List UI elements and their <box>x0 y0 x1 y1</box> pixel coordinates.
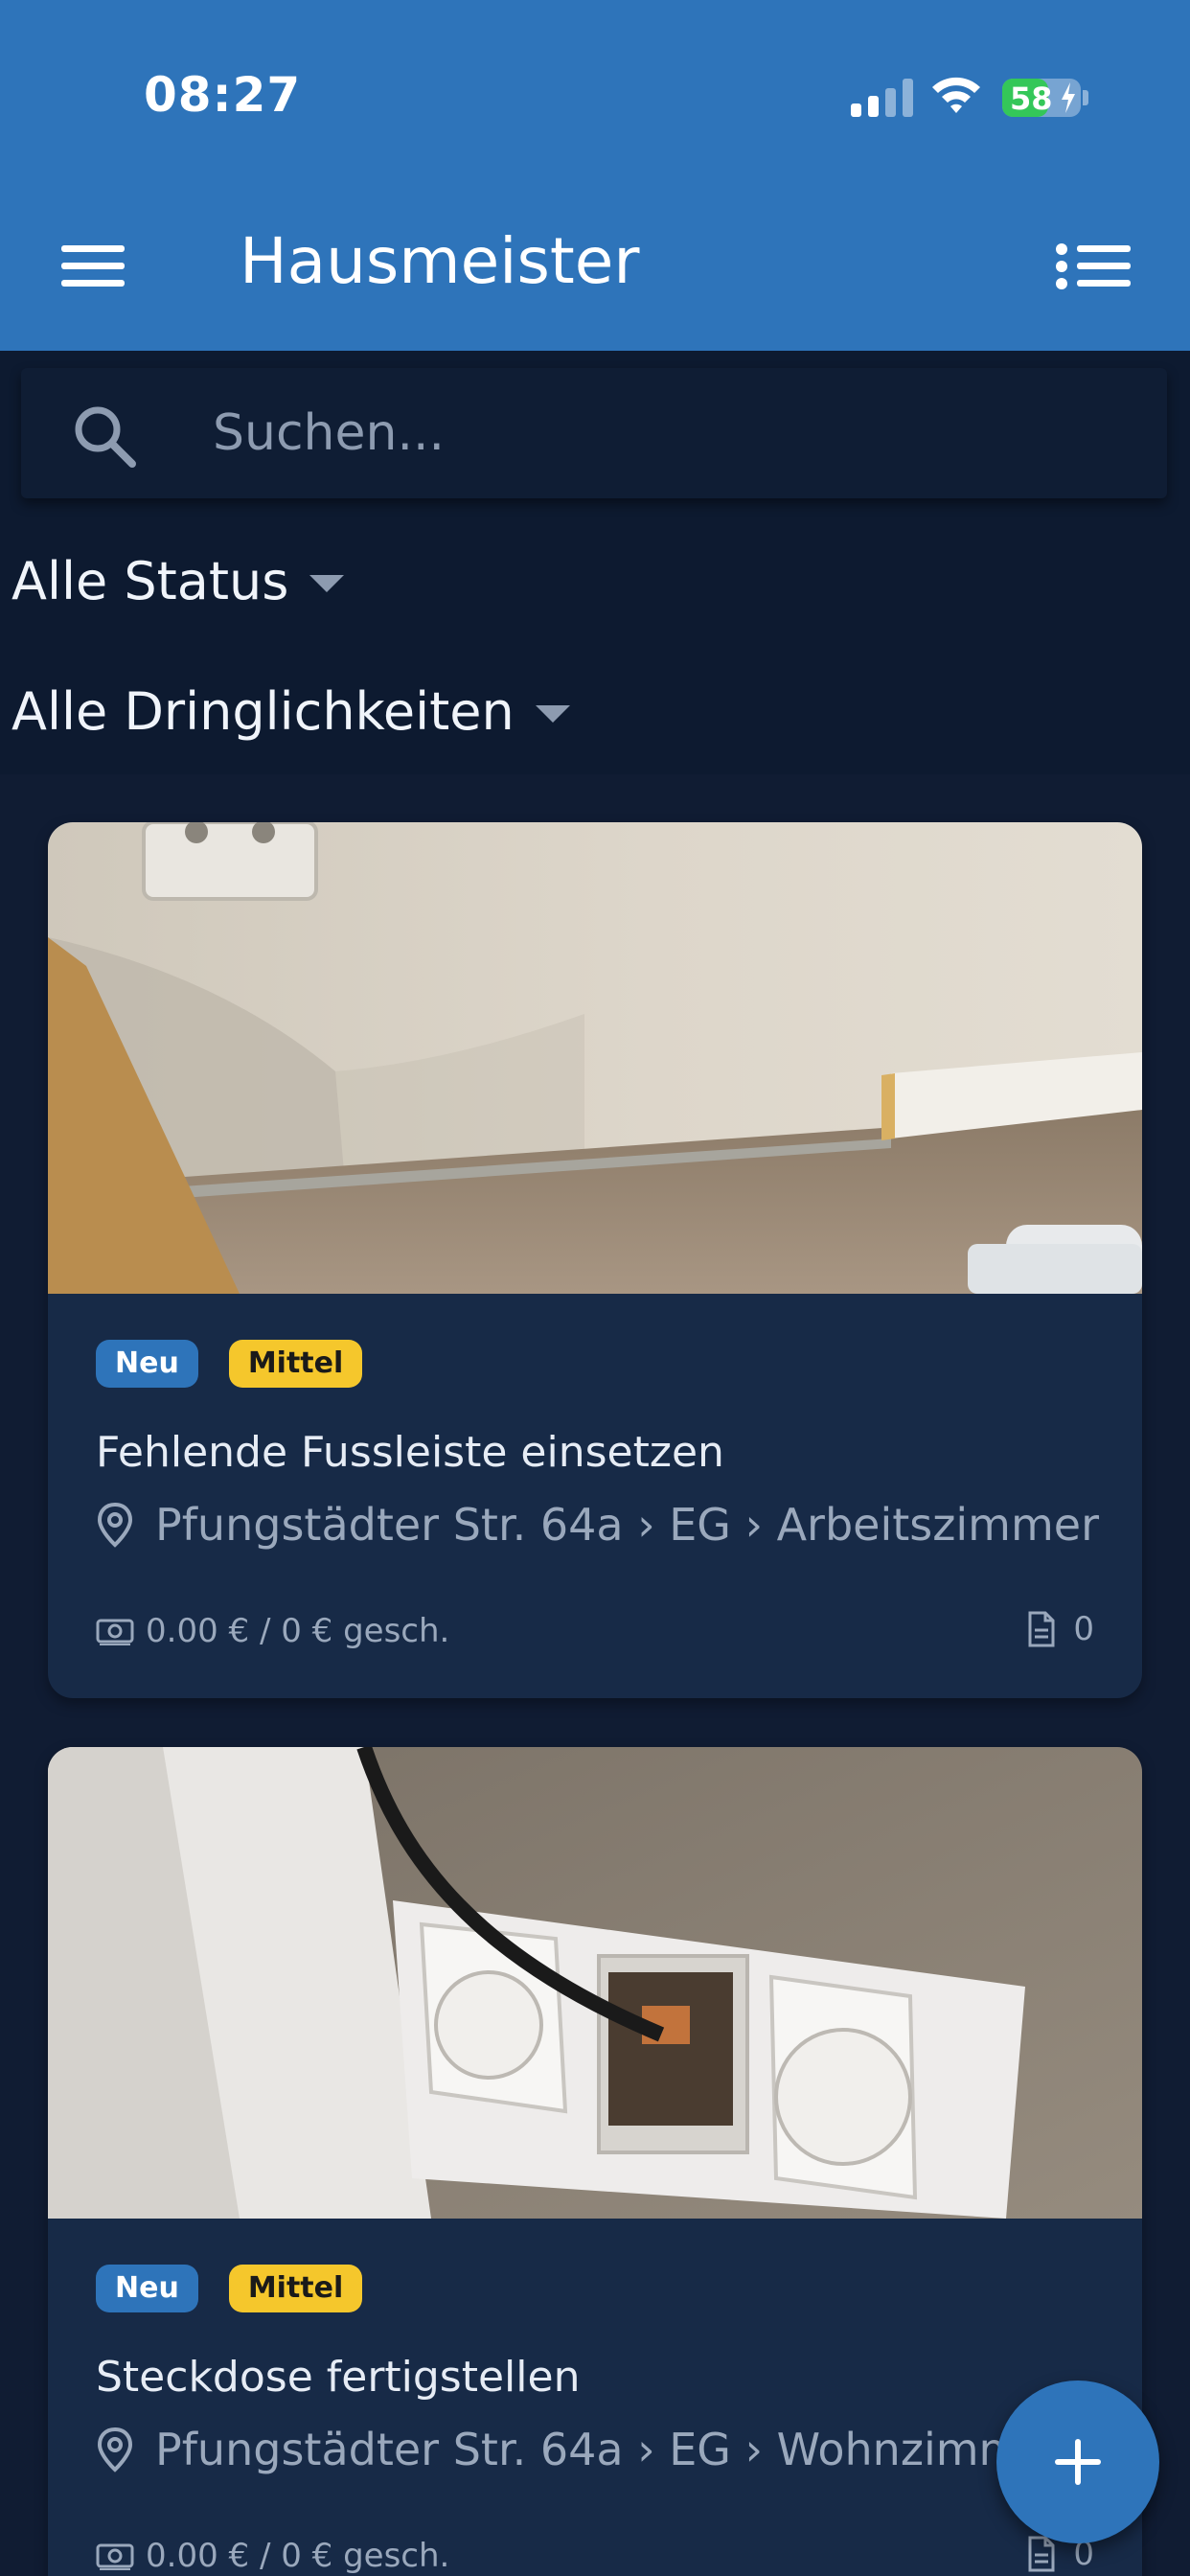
filter-panel: Alle Status Alle Dringlichkeiten <box>0 351 1190 774</box>
search-bar <box>21 368 1167 498</box>
task-location-text: Pfungstädter Str. 64a › EG › Arbeitszimm… <box>155 1499 1100 1551</box>
cellular-signal-icon <box>851 79 914 117</box>
task-cost-text: 0.00 € / 0 € gesch. <box>146 2537 450 2575</box>
document-icon <box>1028 1611 1055 1647</box>
status-badge: Neu <box>96 1340 198 1388</box>
task-card[interactable]: Neu Mittel Steckdose fertigstellen Pfung… <box>48 1747 1142 2576</box>
badge-row: Neu Mittel <box>96 2265 363 2312</box>
hamburger-menu-icon[interactable] <box>54 234 134 299</box>
app-title: Hausmeister <box>240 224 640 298</box>
status-filter-label: Alle Status <box>11 550 289 611</box>
task-cost-text: 0.00 € / 0 € gesch. <box>146 1612 450 1650</box>
urgency-filter-dropdown[interactable]: Alle Dringlichkeiten <box>11 673 570 749</box>
location-pin-icon <box>97 2426 133 2472</box>
battery-cap <box>1083 90 1088 105</box>
location-pin-icon <box>97 1502 133 1548</box>
dropdown-caret-icon <box>535 705 570 723</box>
document-icon <box>1028 2536 1055 2572</box>
task-photo <box>48 1747 1142 2219</box>
urgency-filter-label: Alle Dringlichkeiten <box>11 680 515 742</box>
task-cost: 0.00 € / 0 € gesch. <box>96 1612 449 1650</box>
badge-row: Neu Mittel <box>96 1340 363 1388</box>
list-view-icon[interactable] <box>1050 234 1136 299</box>
charging-bolt-icon <box>1062 82 1075 113</box>
money-icon <box>96 2543 134 2570</box>
urgency-badge: Mittel <box>228 2265 363 2312</box>
task-photo <box>48 822 1142 1294</box>
task-title: Fehlende Fussleiste einsetzen <box>96 1428 724 1477</box>
urgency-badge: Mittel <box>228 1340 363 1388</box>
status-filter-dropdown[interactable]: Alle Status <box>11 542 345 619</box>
battery-indicator: 58 <box>1002 79 1081 117</box>
plus-icon-stroke <box>1075 2439 1081 2485</box>
status-time: 08:27 <box>144 67 302 123</box>
status-badge: Neu <box>96 2265 198 2312</box>
battery-percent: 58 <box>1010 80 1053 117</box>
task-title: Steckdose fertigstellen <box>96 2353 581 2402</box>
search-input[interactable] <box>213 389 1133 477</box>
app-screen: 08:27 58 Hausmeister Suchen... Alle Stat… <box>0 0 1190 2576</box>
task-card[interactable]: Neu Mittel Fehlende Fussleiste einsetzen… <box>48 822 1142 1698</box>
money-icon <box>96 1619 134 1645</box>
task-documents-count: 0 <box>1073 1610 1094 1648</box>
task-location: Pfungstädter Str. 64a › EG › Wohnzimmer <box>96 2424 1067 2475</box>
task-location-text: Pfungstädter Str. 64a › EG › Wohnzimmer <box>155 2424 1067 2475</box>
app-header: 08:27 58 Hausmeister <box>0 0 1190 351</box>
task-location: Pfungstädter Str. 64a › EG › Arbeitszimm… <box>96 1499 1099 1551</box>
wifi-icon <box>932 77 980 113</box>
add-task-button[interactable] <box>996 2380 1159 2543</box>
dropdown-caret-icon <box>309 575 345 592</box>
task-cost: 0.00 € / 0 € gesch. <box>96 2537 449 2575</box>
task-documents: 0 <box>1027 1610 1094 1648</box>
search-icon <box>75 406 136 468</box>
